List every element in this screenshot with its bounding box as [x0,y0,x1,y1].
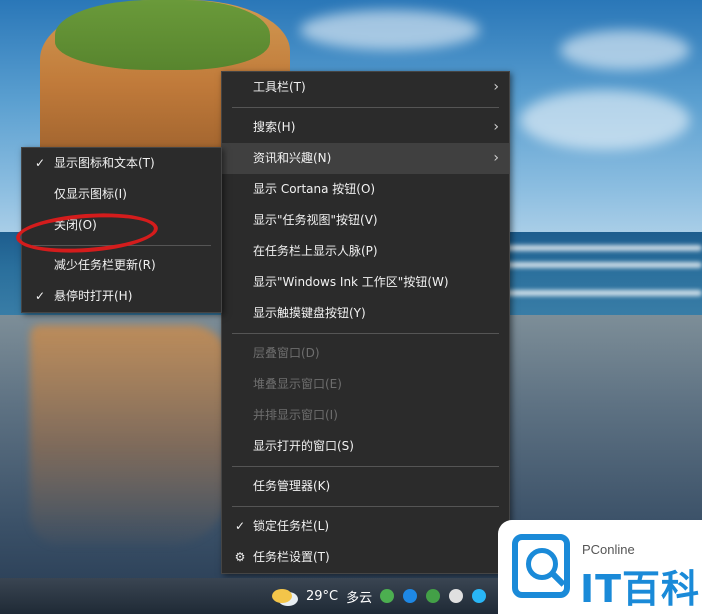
menu-item-label: 任务栏设置(T) [253,550,330,564]
menu-item-show-touch-keyboard[interactable]: 显示触摸键盘按钮(Y) [222,298,509,329]
wallpaper-surf [500,262,702,268]
menu-separator [232,107,499,108]
menu-item-news-and-interests[interactable]: 资讯和兴趣(N) › [222,143,509,174]
magnifier-handle [550,571,566,587]
gear-icon: ⚙ [234,550,246,564]
menu-item-label: 任务管理器(K) [253,479,331,493]
wallpaper-rock-grass [55,0,270,70]
chevron-right-icon: › [493,150,499,166]
menu-item-show-task-view[interactable]: 显示"任务视图"按钮(V) [222,205,509,236]
wallpaper-surf [500,245,702,251]
menu-item-label: 资讯和兴趣(N) [253,151,332,165]
menu-item-label: 锁定任务栏(L) [253,519,330,533]
menu-item-stack-windows: 堆叠显示窗口(E) [222,369,509,400]
weather-description[interactable]: 多云 [346,587,372,606]
menu-item-cascade-windows: 层叠窗口(D) [222,338,509,369]
checkmark-icon: ✓ [34,156,46,170]
menu-item-show-desktop[interactable]: 显示打开的窗口(S) [222,431,509,462]
partly-cloudy-icon[interactable] [272,589,292,603]
menu-item-label: 搜索(H) [253,120,296,134]
menu-item-label: 悬停时打开(H) [54,289,133,303]
menu-item-label: 显示打开的窗口(S) [253,439,354,453]
app-tray-icon[interactable] [426,589,441,603]
menu-item-label: 减少任务栏更新(R) [54,258,156,272]
notification-bell-icon[interactable] [449,589,464,603]
wallpaper-reflection [30,325,230,545]
checkmark-icon: ✓ [234,519,246,533]
menu-separator [232,466,499,467]
submenu-item-reduce-updates[interactable]: 减少任务栏更新(R) [22,250,221,281]
menu-item-taskbar-settings[interactable]: ⚙ 任务栏设置(T) [222,542,509,573]
submenu-item-open-on-hover[interactable]: ✓ 悬停时打开(H) [22,281,221,312]
menu-item-label: 显示触摸键盘按钮(Y) [253,306,366,320]
wallpaper-cloud [560,30,690,70]
wallpaper-cloud [300,10,480,50]
watermark-title: IT百科 [580,567,701,611]
taskbar-context-menu: 工具栏(T) › 搜索(H) › 资讯和兴趣(N) › 显示 Cortana 按… [221,71,510,574]
menu-item-label: 工具栏(T) [253,80,306,94]
menu-item-label: 层叠窗口(D) [253,346,320,360]
menu-item-label: 显示 Cortana 按钮(O) [253,182,376,196]
menu-item-label: 显示"任务视图"按钮(V) [253,213,378,227]
menu-item-show-cortana[interactable]: 显示 Cortana 按钮(O) [222,174,509,205]
app-tray-icon[interactable] [403,589,418,603]
submenu-item-show-icon-only[interactable]: 仅显示图标(I) [22,179,221,210]
pconline-watermark: PConline IT百科 [498,520,702,614]
submenu-item-show-icon-and-text[interactable]: ✓ 显示图标和文本(T) [22,148,221,179]
weather-temperature[interactable]: 29°C [306,589,338,604]
menu-item-label: 仅显示图标(I) [54,187,127,201]
wallpaper-surf [500,290,702,296]
menu-item-side-by-side-windows: 并排显示窗口(I) [222,400,509,431]
menu-item-label: 堆叠显示窗口(E) [253,377,342,391]
menu-item-lock-taskbar[interactable]: ✓ 锁定任务栏(L) [222,511,509,542]
menu-separator [232,333,499,334]
menu-item-toolbars[interactable]: 工具栏(T) › [222,72,509,103]
checkmark-icon: ✓ [34,289,46,303]
chevron-right-icon: › [493,79,499,95]
wallpaper-cloud [520,90,690,150]
watermark-brand: PConline [582,542,635,557]
menu-separator [232,506,499,507]
pconline-logo-icon [512,534,570,598]
menu-item-label: 并排显示窗口(I) [253,408,338,422]
menu-item-show-people[interactable]: 在任务栏上显示人脉(P) [222,236,509,267]
chevron-right-icon: › [493,119,499,135]
menu-item-label: 显示"Windows Ink 工作区"按钮(W) [253,275,449,289]
menu-item-label: 显示图标和文本(T) [54,156,155,170]
menu-item-search[interactable]: 搜索(H) › [222,112,509,143]
menu-item-label: 在任务栏上显示人脉(P) [253,244,378,258]
wechat-icon[interactable] [380,589,395,603]
app-tray-icon[interactable] [472,589,487,603]
menu-item-task-manager[interactable]: 任务管理器(K) [222,471,509,502]
menu-item-show-windows-ink[interactable]: 显示"Windows Ink 工作区"按钮(W) [222,267,509,298]
taskbar-tray: 29°C 多云 [272,582,495,610]
